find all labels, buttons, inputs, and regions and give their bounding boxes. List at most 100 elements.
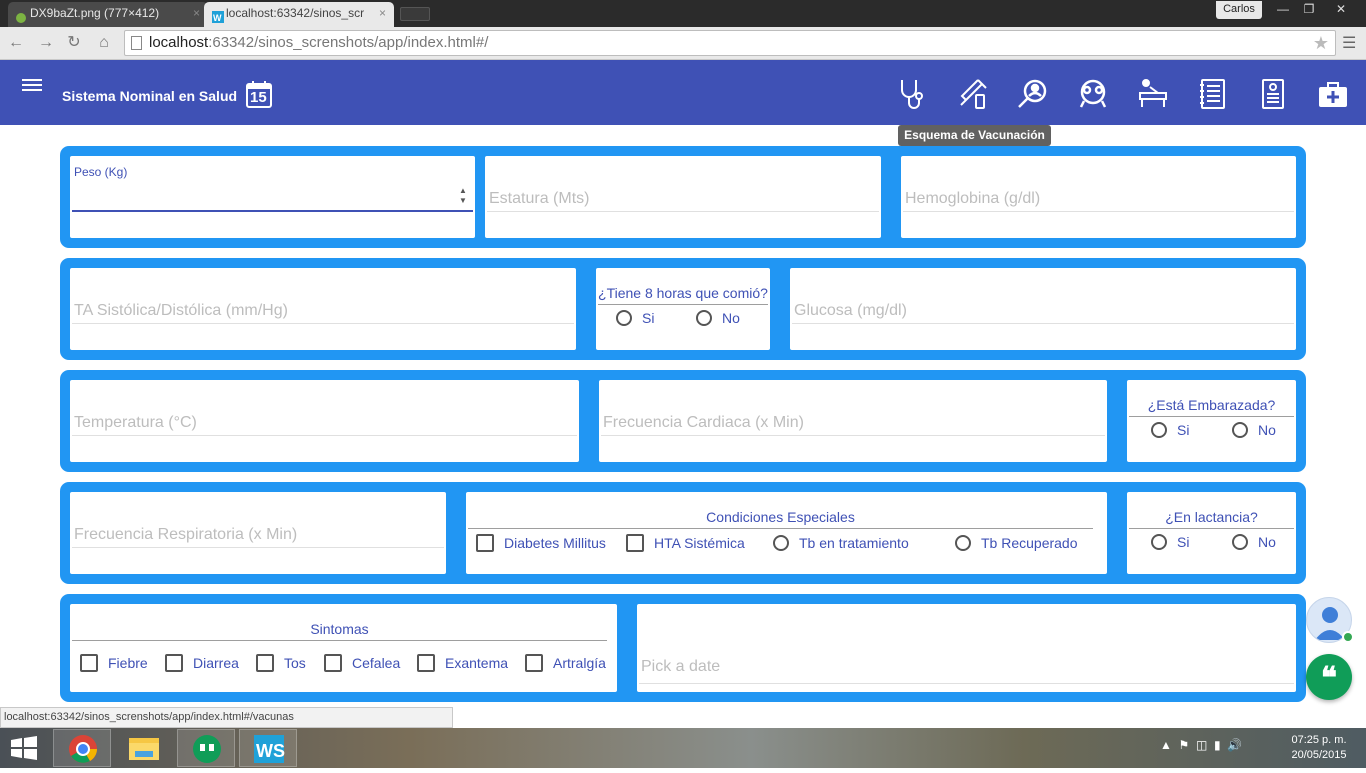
radio-icon	[773, 535, 789, 551]
home-icon[interactable]: ⌂	[94, 33, 114, 53]
notebook-icon[interactable]	[1196, 77, 1230, 111]
app-title: Sistema Nominal en Salud	[62, 88, 238, 104]
browser-tab-image[interactable]: DX9baZt.png (777×412) ×	[8, 2, 208, 27]
temperatura-input[interactable]: Temperatura (°C)	[74, 414, 197, 432]
checkbox-label: Diabetes Millitus	[504, 535, 606, 551]
fr-card: Frecuencia Respiratoria (x Min)	[70, 492, 446, 574]
checkbox-icon	[324, 654, 342, 672]
windows-start-icon[interactable]	[10, 736, 38, 760]
glucosa-input[interactable]: Glucosa (mg/dl)	[794, 302, 907, 320]
radio-label: Si	[1177, 422, 1190, 438]
fc-underline	[601, 435, 1105, 436]
bookmark-star-icon[interactable]: ★	[1313, 31, 1329, 55]
hemoglobina-input[interactable]: Hemoglobina (g/dl)	[905, 190, 1040, 208]
hta-checkbox[interactable]: HTA Sistémica	[626, 534, 745, 552]
ayuno-si-radio[interactable]: Si	[616, 310, 654, 326]
radio-icon	[955, 535, 971, 551]
checkbox-label: Exantema	[445, 655, 509, 671]
file-explorer-taskbar-icon[interactable]	[115, 729, 173, 767]
radio-label: Tb Recuperado	[981, 535, 1078, 551]
radio-label: Tb en tratamiento	[799, 535, 909, 551]
window-close-icon[interactable]: ✕	[1328, 0, 1354, 18]
tb-recuperado-radio[interactable]: Tb Recuperado	[955, 535, 1078, 551]
embarazada-si-radio[interactable]: Si	[1151, 422, 1189, 438]
restore-icon[interactable]: ❐	[1296, 0, 1322, 18]
embarazada-card: ¿Está Embarazada? Si No	[1127, 380, 1296, 462]
fr-input[interactable]: Frecuencia Respiratoria (x Min)	[74, 526, 297, 544]
new-tab-button[interactable]	[400, 7, 430, 21]
online-status-icon	[1342, 631, 1354, 643]
lactancia-si-radio[interactable]: Si	[1151, 534, 1189, 550]
fiebre-checkbox[interactable]: Fiebre	[80, 654, 148, 672]
estatura-card: Estatura (Mts)	[485, 156, 881, 238]
back-icon[interactable]: ←	[6, 33, 26, 53]
fc-card: Frecuencia Cardiaca (x Min)	[599, 380, 1107, 462]
ayuno-no-radio[interactable]: No	[696, 310, 740, 326]
vaccine-icon[interactable]	[956, 77, 990, 111]
number-spinner[interactable]: ▲ ▼	[457, 186, 469, 208]
browser-toolbar: ← → ↻ ⌂ localhost:63342/sinos_screnshots…	[0, 27, 1366, 60]
estatura-underline	[487, 211, 879, 212]
checkbox-label: Tos	[284, 655, 306, 671]
search-health-icon[interactable]	[1016, 77, 1050, 111]
checkbox-label: Fiebre	[108, 655, 148, 671]
chrome-taskbar-icon[interactable]	[53, 729, 111, 767]
menu-icon[interactable]	[22, 79, 42, 95]
address-bar[interactable]: localhost:63342/sinos_screnshots/app/ind…	[124, 30, 1336, 56]
reload-icon[interactable]: ↻	[64, 33, 84, 53]
svg-text:WS: WS	[256, 741, 285, 761]
ayuno-divider	[598, 304, 768, 305]
url-host: localhost	[149, 34, 209, 51]
webstorm-favicon-icon: W	[212, 8, 224, 23]
checkbox-label: Diarrea	[193, 655, 239, 671]
hangouts-taskbar-icon[interactable]	[177, 729, 235, 767]
checkbox-label: Cefalea	[352, 655, 401, 671]
windows-taskbar: WS ▲ ⚑ ◫ ▮ 🔊 07:25 p. m. 20/05/2015	[0, 728, 1366, 768]
webstorm-taskbar-icon[interactable]: WS	[239, 729, 297, 767]
system-tray[interactable]: ▲ ⚑ ◫ ▮ 🔊	[1160, 738, 1242, 752]
browser-tabstrip: DX9baZt.png (777×412) × W localhost:6334…	[0, 0, 1366, 27]
ayuno-question: ¿Tiene 8 horas que comió?	[598, 285, 768, 301]
peso-input[interactable]	[74, 184, 444, 208]
form-row-2: TA Sistólica/Distólica (mm/Hg) ¿Tiene 8 …	[60, 258, 1306, 360]
estatura-input[interactable]: Estatura (Mts)	[489, 190, 589, 208]
taskbar-clock[interactable]: 07:25 p. m. 20/05/2015	[1286, 733, 1352, 763]
document-icon[interactable]	[1256, 77, 1290, 111]
hangouts-icon[interactable]: ❝	[1306, 654, 1352, 700]
date-input[interactable]: Pick a date	[641, 658, 720, 676]
browser-tab-app[interactable]: W localhost:63342/sinos_scr ×	[204, 2, 394, 27]
tab-close-icon[interactable]: ×	[193, 2, 200, 24]
calendar-icon[interactable]: 15	[246, 80, 272, 113]
tab-close-icon[interactable]: ×	[379, 2, 386, 24]
tb-tratamiento-radio[interactable]: Tb en tratamiento	[773, 535, 909, 551]
patient-bed-icon[interactable]	[1136, 77, 1170, 111]
embarazada-no-radio[interactable]: No	[1232, 422, 1276, 438]
diarrea-checkbox[interactable]: Diarrea	[165, 654, 239, 672]
exantema-checkbox[interactable]: Exantema	[417, 654, 508, 672]
peso-label: Peso (Kg)	[74, 165, 128, 179]
stethoscope-icon[interactable]	[896, 77, 930, 111]
temperatura-underline	[72, 435, 577, 436]
artralgia-checkbox[interactable]: Artralgía	[525, 654, 606, 672]
clock-time: 07:25 p. m.	[1291, 734, 1347, 746]
group-icon[interactable]	[1076, 77, 1110, 111]
forward-icon[interactable]: →	[36, 33, 56, 53]
tos-checkbox[interactable]: Tos	[256, 654, 306, 672]
profile-button[interactable]: Carlos	[1216, 1, 1262, 19]
lactancia-no-radio[interactable]: No	[1232, 534, 1276, 550]
radio-icon	[1151, 422, 1167, 438]
form-row-4: Frecuencia Respiratoria (x Min) Condicio…	[60, 482, 1306, 584]
checkbox-icon	[80, 654, 98, 672]
link-status-bar: localhost:63342/sinos_screnshots/app/ind…	[0, 707, 453, 728]
diabetes-checkbox[interactable]: Diabetes Millitus	[476, 534, 606, 552]
glucosa-card: Glucosa (mg/dl)	[790, 268, 1296, 350]
embarazada-question: ¿Está Embarazada?	[1147, 397, 1276, 413]
chrome-menu-icon[interactable]: ☰	[1342, 33, 1358, 53]
medical-kit-icon[interactable]	[1316, 77, 1350, 111]
minimize-icon[interactable]: —	[1270, 0, 1296, 18]
cefalea-checkbox[interactable]: Cefalea	[324, 654, 400, 672]
ta-input[interactable]: TA Sistólica/Distólica (mm/Hg)	[74, 302, 288, 320]
embarazada-divider	[1129, 416, 1294, 417]
fc-input[interactable]: Frecuencia Cardiaca (x Min)	[603, 414, 804, 432]
checkbox-icon	[417, 654, 435, 672]
